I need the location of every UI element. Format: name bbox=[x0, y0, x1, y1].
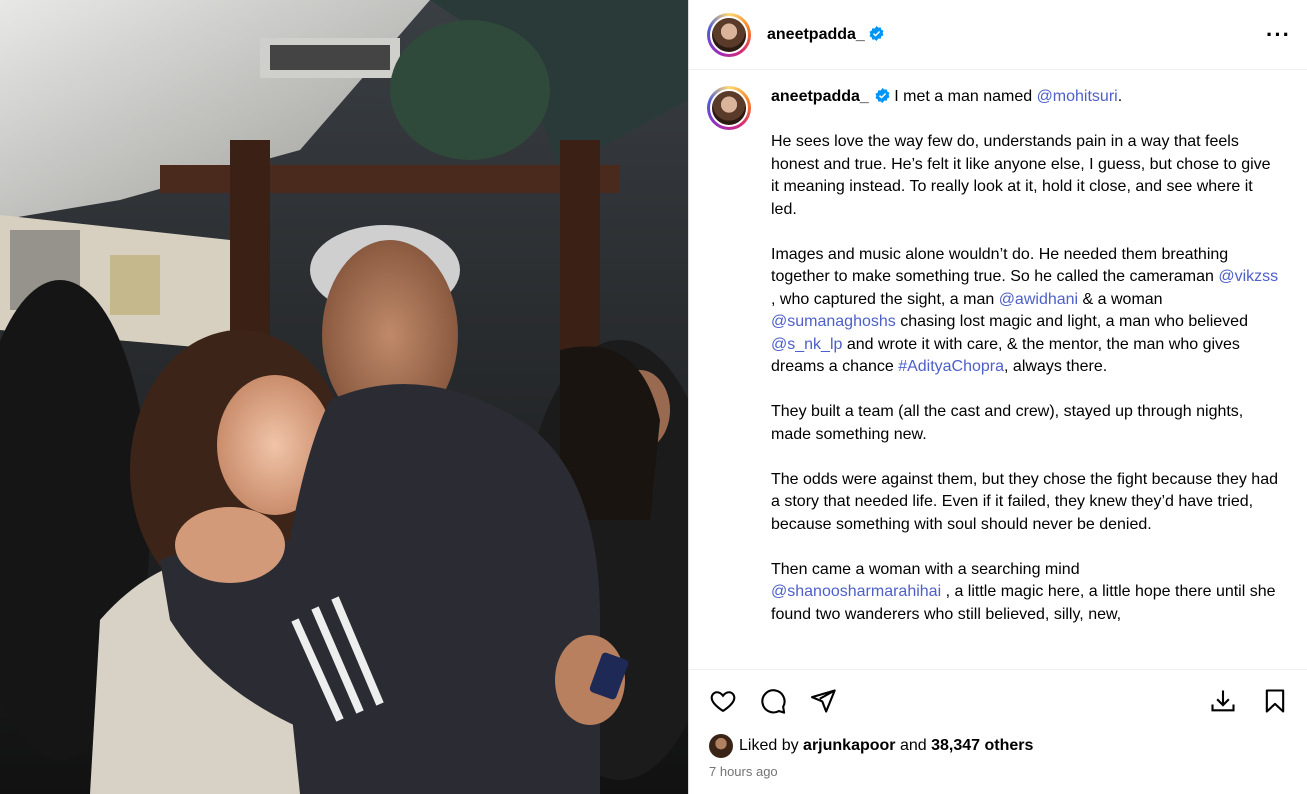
caption-text-span: , who captured the sight, a man bbox=[771, 290, 999, 308]
caption-avatar[interactable] bbox=[707, 86, 751, 130]
action-bar bbox=[689, 670, 1307, 732]
caption-text-span: Then came a woman with a searching mind bbox=[771, 560, 1080, 578]
likes-prefix: Liked by bbox=[739, 737, 799, 754]
caption-line1: I met a man named bbox=[894, 88, 1037, 105]
mention-mohitsuri[interactable]: @mohitsuri bbox=[1037, 88, 1118, 105]
verified-badge-icon bbox=[869, 25, 884, 41]
caption-text-span: , always there. bbox=[1004, 358, 1108, 375]
save-button[interactable] bbox=[1259, 685, 1291, 717]
caption-username[interactable]: aneetpadda_ bbox=[771, 88, 869, 105]
like-button[interactable] bbox=[707, 685, 739, 717]
caption-paragraph-4: They built a team (all the cast and crew… bbox=[771, 403, 1244, 443]
comment-button[interactable] bbox=[757, 685, 789, 717]
mention-sumanaghoshs[interactable]: @sumanaghoshs bbox=[771, 313, 896, 330]
caption-paragraph-2: He sees love the way few do, understands… bbox=[771, 133, 1271, 218]
username-text[interactable]: aneetpadda_ bbox=[767, 26, 865, 43]
download-icon bbox=[1211, 690, 1235, 712]
post-image bbox=[0, 0, 688, 794]
likes-summary: Liked by arjunkapoor and 38,347 others bbox=[689, 732, 1307, 760]
download-button[interactable] bbox=[1207, 685, 1239, 717]
verified-badge-icon bbox=[875, 88, 890, 103]
mention-awidhani[interactable]: @awidhani bbox=[999, 291, 1078, 308]
username[interactable]: aneetpadda_ bbox=[767, 25, 884, 44]
caption-paragraph-5: The odds were against them, but they cho… bbox=[771, 469, 1281, 537]
caption-text-span: because something with soul should never… bbox=[771, 515, 1152, 533]
bookmark-icon bbox=[1265, 689, 1285, 713]
more-options-icon[interactable]: ··· bbox=[1266, 23, 1291, 46]
comment-icon bbox=[761, 689, 786, 714]
caption-paragraph-6: Then came a woman with a searching mind @… bbox=[771, 559, 1281, 627]
caption-text-span: Images and music alone wouldn’t do. He n… bbox=[771, 245, 1229, 286]
post-header: aneetpadda_ ··· bbox=[689, 0, 1307, 70]
share-button[interactable] bbox=[807, 685, 839, 717]
heart-icon bbox=[710, 691, 736, 713]
caption-text-span: & a woman bbox=[1078, 290, 1163, 308]
mention-s-nk-lp[interactable]: @s_nk_lp bbox=[771, 336, 842, 353]
caption-area: aneetpadda_ I met a man named @mohitsuri… bbox=[689, 70, 1307, 670]
avatar[interactable] bbox=[707, 12, 751, 57]
mention-vikzss[interactable]: @vikzss bbox=[1218, 268, 1278, 285]
post-timestamp[interactable]: 7 hours ago bbox=[689, 760, 1307, 794]
caption-paragraph-3: Images and music alone wouldn’t do. He n… bbox=[771, 244, 1281, 379]
likes-middle: and bbox=[899, 737, 927, 754]
post-photo[interactable] bbox=[0, 0, 688, 794]
post-side-panel: aneetpadda_ ··· aneetpadda_ I met a man … bbox=[688, 0, 1307, 794]
hashtag-adityachopra[interactable]: #AdityaChopra bbox=[898, 358, 1004, 375]
likes-count[interactable]: 38,347 others bbox=[931, 737, 1033, 755]
send-icon bbox=[810, 689, 836, 713]
caption-text-span: chasing lost magic and light, a man who … bbox=[895, 313, 1248, 330]
liker-username[interactable]: arjunkapoor bbox=[803, 737, 895, 755]
caption-text-span: The odds were against them, but they cho… bbox=[771, 470, 1278, 511]
caption-text: aneetpadda_ I met a man named @mohitsuri… bbox=[771, 86, 1281, 649]
mention-shanoosharmarahihai[interactable]: @shanoosharmarahihai bbox=[771, 583, 941, 600]
liker-avatar[interactable] bbox=[709, 734, 733, 758]
caption-line1-end: . bbox=[1117, 88, 1123, 105]
